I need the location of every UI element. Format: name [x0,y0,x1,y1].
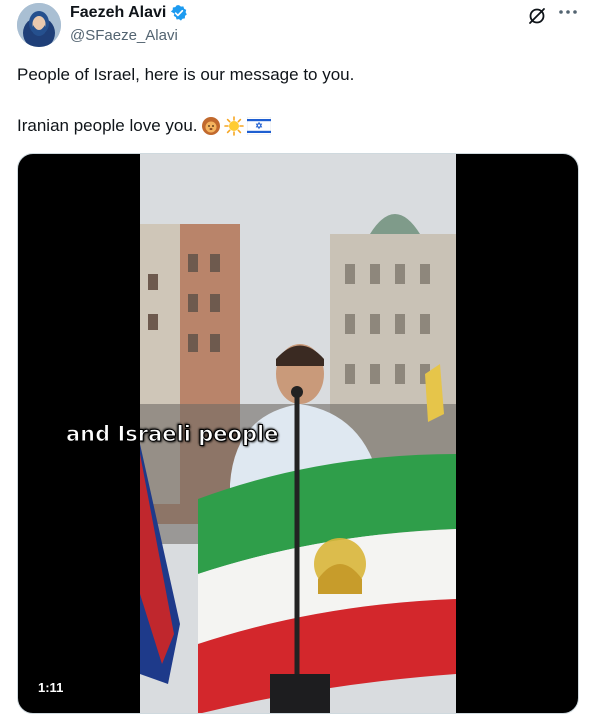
video-caption: and Israeli people [65,422,279,447]
sun-emoji-icon [223,116,244,136]
tweet-line-2: Iranian people love you. [17,116,198,135]
tweet-line-1: People of Israel, here is our message to… [17,65,355,84]
israel-flag-emoji-icon [246,116,271,136]
author-handle[interactable]: @SFaeze_Alavi [70,27,178,44]
tweet-text: People of Israel, here is our message to… [17,64,577,86]
author-avatar[interactable] [17,3,61,47]
grok-icon[interactable] [527,6,547,26]
author-name-row: Faezeh Alavi [70,4,188,22]
more-options-icon[interactable] [557,4,579,20]
lion-emoji-icon [201,116,221,136]
video-player[interactable]: and Israeli people 1:11 [17,153,579,714]
video-duration-badge: 1:11 [32,677,70,698]
verified-badge-icon [170,4,188,22]
tweet-line-2-row: Iranian people love you. [17,115,271,137]
author-display-name[interactable]: Faezeh Alavi [70,4,166,22]
